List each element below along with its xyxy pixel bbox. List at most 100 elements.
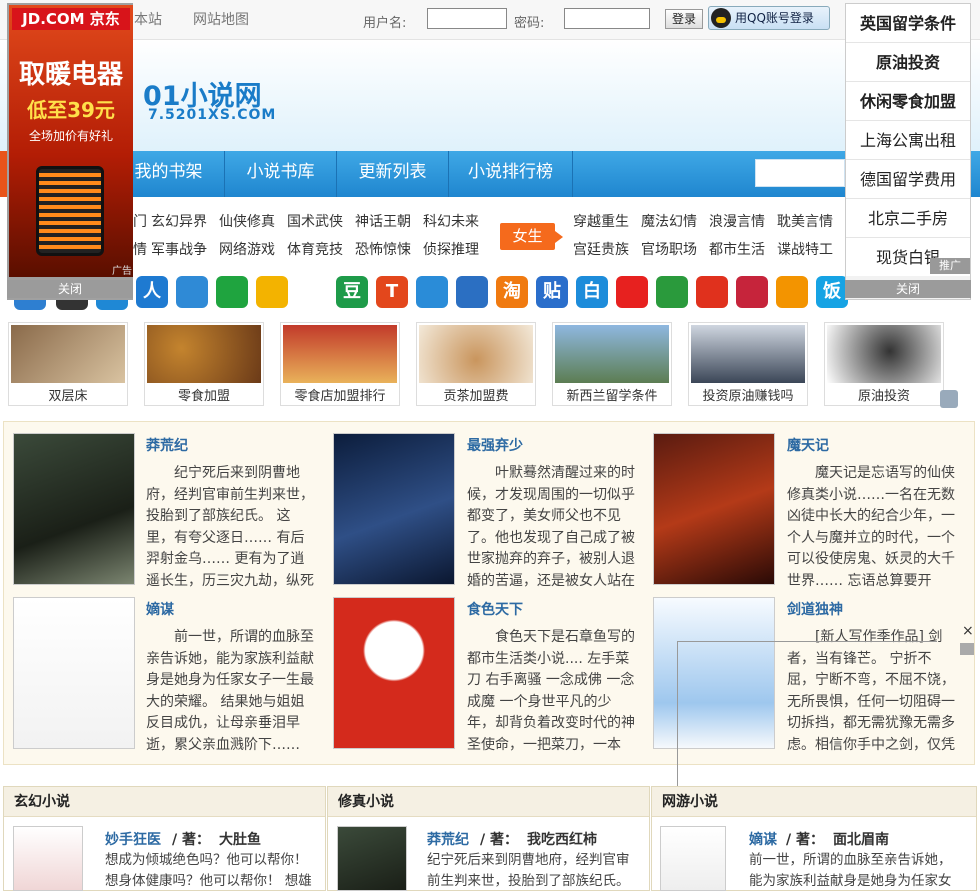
cat-female[interactable]: 浪漫言情 [709, 211, 765, 231]
cat-female[interactable]: 穿越重生 [573, 211, 629, 231]
nav-updates[interactable]: 更新列表 [337, 151, 449, 197]
image-ad[interactable]: 零食店加盟排行 [280, 322, 400, 406]
douban-icon[interactable]: 豆 [336, 276, 368, 308]
search-input[interactable] [755, 159, 845, 187]
book-cover[interactable] [660, 826, 726, 891]
qq-space-icon[interactable] [456, 276, 488, 308]
cat-male[interactable]: 仙侠修真 [219, 211, 275, 231]
username-input[interactable] [427, 8, 507, 29]
ad-link[interactable]: 原油投资 [846, 43, 970, 82]
tieba-icon[interactable]: 贴 [536, 276, 568, 308]
close-icon[interactable]: × [962, 623, 976, 639]
image-ad-caption: 双层床 [48, 389, 88, 404]
image-ad[interactable]: 双层床 [8, 322, 128, 406]
section-title[interactable]: 玄幻小说 [4, 787, 325, 817]
cat-female[interactable]: 耽美言情 [777, 211, 833, 231]
baidu-white-icon[interactable]: 白 [576, 276, 608, 308]
book-title[interactable]: 嫡谋 [749, 829, 777, 849]
cat-female[interactable]: 谍战特工 [777, 239, 833, 259]
author-sep: / 著： [480, 832, 518, 848]
taobao-icon[interactable]: 淘 [496, 276, 528, 308]
book-desc: 纪宁死后来到阴曹地府，经判官审 [427, 852, 630, 868]
image-ad[interactable]: 贡茶加盟费 [416, 322, 536, 406]
cat-male[interactable]: 军事战争 [151, 239, 207, 259]
renren-icon[interactable]: 人 [136, 276, 168, 308]
sitemap-link[interactable]: 网站地图 [193, 9, 249, 29]
cat-male[interactable]: 门 [133, 211, 147, 231]
nav-ranking[interactable]: 小说排行榜 [449, 151, 573, 197]
sina-icon[interactable] [616, 276, 648, 308]
ad-link[interactable]: 休闲零食加盟 [846, 82, 970, 121]
cat-female[interactable]: 官场职场 [641, 239, 697, 259]
cat-male[interactable]: 国术武侠 [287, 211, 343, 231]
cat-male[interactable]: 网络游戏 [219, 239, 275, 259]
password-input[interactable] [564, 8, 650, 29]
swirl-icon[interactable] [696, 276, 728, 308]
star-face-icon[interactable] [256, 276, 288, 308]
ad-tag: 推广 [930, 258, 970, 274]
book-cover[interactable] [337, 826, 407, 891]
paw-icon[interactable] [940, 390, 958, 408]
image-ad-caption: 零食加盟 [177, 389, 230, 404]
ad-link[interactable]: 上海公寓出租 [846, 121, 970, 160]
image-ad[interactable]: 原油投资 [824, 322, 944, 406]
ad-link[interactable]: 英国留学条件 [846, 4, 970, 43]
password-label: 密码: [514, 16, 545, 31]
orange-icon[interactable] [776, 276, 808, 308]
image-ad[interactable]: 投资原油赚钱吗 [688, 322, 808, 406]
cat-female[interactable]: 宫廷贵族 [573, 239, 629, 259]
book-title[interactable]: 莽荒纪 [427, 829, 469, 849]
author-name[interactable]: 我吃西红柿 [527, 829, 597, 849]
image-ad[interactable]: 新西兰留学条件 [552, 322, 672, 406]
book-cover[interactable] [653, 597, 775, 749]
book-cover[interactable] [653, 433, 775, 585]
book-title[interactable]: 魔天记 [787, 435, 829, 455]
book-cover[interactable] [13, 433, 135, 585]
qq-login-button[interactable]: 用QQ账号登录 [708, 6, 830, 30]
book-title[interactable]: 食色天下 [467, 599, 523, 619]
business-people-image [691, 325, 805, 383]
cat-male[interactable]: 玄幻异界 [151, 211, 207, 231]
cat-male[interactable]: 情 [133, 239, 147, 259]
tianya-icon[interactable]: T [376, 276, 408, 308]
cat-male[interactable]: 侦探推理 [423, 239, 479, 259]
username-label: 用户名: [363, 16, 407, 31]
home-link[interactable]: 本站 [134, 9, 162, 29]
cat-male[interactable]: 神话王朝 [355, 211, 411, 231]
author-name[interactable]: 大肚鱼 [219, 829, 261, 849]
msn-icon[interactable] [416, 276, 448, 308]
female-site-icon[interactable] [736, 276, 768, 308]
book-cover[interactable] [13, 597, 135, 749]
image-ad-caption: 零食店加盟排行 [294, 389, 386, 404]
section-title[interactable]: 网游小说 [652, 787, 976, 817]
qq-penguin-icon [711, 8, 731, 28]
cat-male[interactable]: 科幻未来 [423, 211, 479, 231]
clover-icon[interactable] [216, 276, 248, 308]
ad-link[interactable]: 德国留学费用 [846, 160, 970, 199]
ad-link[interactable]: 北京二手房 [846, 199, 970, 238]
tudou-icon[interactable] [656, 276, 688, 308]
cat-male[interactable]: 恐怖惊悚 [355, 239, 411, 259]
book-title[interactable]: 剑道独神 [787, 599, 843, 619]
book-title[interactable]: 莽荒纪 [146, 435, 188, 455]
book-title[interactable]: 最强弃少 [467, 435, 523, 455]
book-title[interactable]: 妙手狂医 [105, 829, 161, 849]
jd-logo: JD.COM 京东 [12, 8, 130, 30]
section-title[interactable]: 修真小说 [328, 787, 649, 817]
book-cover[interactable] [333, 597, 455, 749]
left-ad-close-button[interactable]: 关闭 [7, 280, 133, 298]
cat-female[interactable]: 都市生活 [709, 239, 765, 259]
author-name[interactable]: 面北眉南 [833, 829, 889, 849]
book-cover[interactable] [333, 433, 455, 585]
book-title[interactable]: 嫡谋 [146, 599, 174, 619]
image-ad[interactable]: 零食加盟 [144, 322, 264, 406]
right-ad-close-button[interactable]: 关闭 [845, 280, 971, 298]
search-site-icon[interactable] [176, 276, 208, 308]
login-button[interactable]: 登录 [665, 9, 703, 29]
fan-icon[interactable]: 饭 [816, 276, 848, 308]
book-cover[interactable] [13, 826, 83, 891]
nav-library[interactable]: 小说书库 [225, 151, 337, 197]
image-ad-caption: 新西兰留学条件 [566, 389, 658, 404]
cat-male[interactable]: 体育竞技 [287, 239, 343, 259]
cat-female[interactable]: 魔法幻情 [641, 211, 697, 231]
